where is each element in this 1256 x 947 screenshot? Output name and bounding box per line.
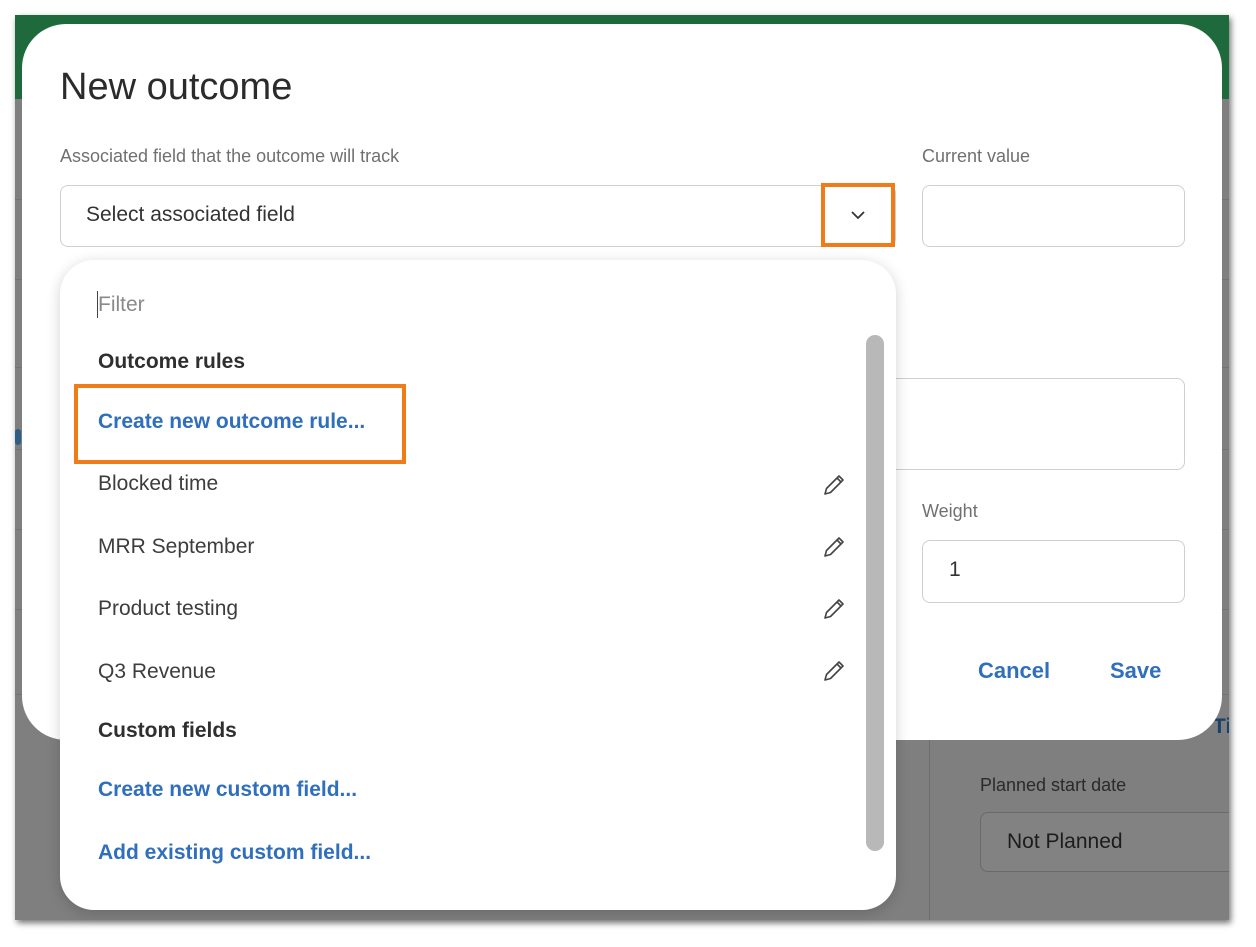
planned-start-field[interactable]: Not Planned bbox=[980, 812, 1229, 872]
weight-value: 1 bbox=[949, 558, 961, 581]
add-existing-custom-field-link[interactable]: Add existing custom field... bbox=[98, 841, 371, 865]
pencil-icon[interactable] bbox=[822, 597, 846, 621]
associated-field-placeholder: Select associated field bbox=[86, 203, 295, 226]
associated-field-label: Associated field that the outcome will t… bbox=[60, 146, 400, 166]
outcome-rule-item[interactable]: Product testing bbox=[98, 597, 238, 621]
chevron-down-icon bbox=[851, 211, 865, 220]
pencil-icon[interactable] bbox=[822, 659, 846, 683]
outcome-rule-item[interactable]: Blocked time bbox=[98, 472, 218, 496]
save-button[interactable]: Save bbox=[1110, 658, 1161, 684]
outcome-rule-item[interactable]: MRR September bbox=[98, 535, 254, 559]
custom-fields-heading: Custom fields bbox=[98, 719, 237, 742]
outcome-rule-item[interactable]: Q3 Revenue bbox=[98, 660, 216, 684]
outcome-rules-heading: Outcome rules bbox=[98, 350, 246, 373]
associated-field-toggle-button[interactable] bbox=[821, 183, 895, 247]
status-marker bbox=[15, 429, 21, 445]
divider bbox=[929, 722, 930, 920]
planned-start-label: Planned start date bbox=[980, 775, 1127, 795]
current-value-field[interactable] bbox=[922, 185, 1185, 247]
cancel-button[interactable]: Cancel bbox=[978, 658, 1050, 684]
planned-start-value: Not Planned bbox=[1007, 830, 1123, 853]
weight-field[interactable]: 1 bbox=[922, 540, 1185, 603]
filter-input[interactable] bbox=[98, 288, 658, 322]
associated-field-dropdown: Outcome rules Create new outcome rule...… bbox=[60, 260, 896, 910]
create-outcome-rule-link[interactable]: Create new outcome rule... bbox=[98, 410, 365, 434]
current-value-label: Current value bbox=[922, 146, 1031, 166]
associated-field-select[interactable]: Select associated field bbox=[60, 185, 896, 247]
pencil-icon[interactable] bbox=[822, 473, 846, 497]
scrollbar[interactable] bbox=[866, 335, 884, 851]
description-field[interactable] bbox=[852, 378, 1185, 470]
text-cursor bbox=[97, 291, 98, 318]
pencil-icon[interactable] bbox=[822, 535, 846, 559]
dialog-title: New outcome bbox=[60, 66, 293, 108]
weight-label: Weight bbox=[922, 501, 978, 521]
create-custom-field-link[interactable]: Create new custom field... bbox=[98, 778, 357, 802]
